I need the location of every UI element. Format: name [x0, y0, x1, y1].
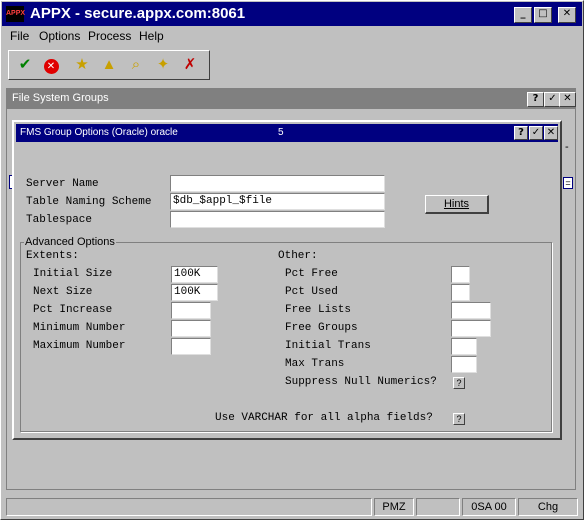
server-name-field[interactable]: [170, 175, 385, 192]
server-name-label: Server Name: [26, 178, 99, 190]
pct-increase-label: Pct Increase: [33, 304, 113, 316]
stop-icon[interactable]: ✕: [40, 54, 62, 76]
initial-trans-label: Initial Trans: [285, 340, 371, 352]
maximum-number-label: Maximum Number: [33, 340, 126, 352]
outer-close-button[interactable]: ✕: [559, 92, 576, 107]
pct-increase-field[interactable]: [171, 302, 211, 319]
folder-search-icon[interactable]: ⌕: [125, 54, 147, 76]
pct-used-label: Pct Used: [285, 286, 338, 298]
varchar-toggle[interactable]: ?: [453, 413, 465, 425]
app-logo-icon: APPX: [6, 6, 25, 22]
app-title: APPX - secure.appx.com:8061: [30, 5, 246, 22]
outer-right-marker: =: [563, 177, 573, 189]
tablespace-field[interactable]: [170, 211, 385, 228]
pct-free-field[interactable]: [451, 266, 470, 283]
outer-help-button[interactable]: ?: [527, 92, 544, 107]
naming-scheme-field[interactable]: $db_$appl_$file: [170, 193, 385, 210]
pct-used-field[interactable]: [451, 284, 470, 301]
menu-bar: File Options Process Help: [2, 27, 582, 45]
initial-trans-field[interactable]: [451, 338, 477, 355]
folder-star2-icon[interactable]: ✦: [152, 54, 174, 76]
initial-size-label: Initial Size: [33, 268, 113, 280]
app-title-bar[interactable]: APPX APPX - secure.appx.com:8061 _ □ ✕: [2, 2, 582, 26]
status-cell-pmz: PMZ: [374, 498, 414, 516]
free-groups-field[interactable]: [451, 320, 491, 337]
extents-label: Extents:: [26, 250, 79, 262]
naming-scheme-label: Table Naming Scheme: [26, 196, 152, 208]
max-trans-label: Max Trans: [285, 358, 345, 370]
status-cell-main: [6, 498, 372, 516]
suppress-null-label: Suppress Null Numerics?: [285, 376, 437, 388]
next-size-field[interactable]: 100K: [171, 284, 218, 301]
dialog-title: FMS Group Options (Oracle) oracle: [20, 127, 178, 138]
outer-dash: -: [565, 141, 569, 153]
check-icon[interactable]: ✔: [14, 54, 36, 76]
menu-options[interactable]: Options: [39, 29, 80, 43]
menu-process[interactable]: Process: [88, 29, 131, 43]
menu-help[interactable]: Help: [139, 29, 164, 43]
free-groups-label: Free Groups: [285, 322, 358, 334]
minimum-number-field[interactable]: [171, 320, 211, 337]
dialog-help-button[interactable]: ?: [514, 126, 528, 140]
status-bar: PMZ 0SA 00 Chg: [2, 497, 582, 518]
close-button[interactable]: ✕: [558, 7, 576, 23]
menu-file[interactable]: File: [10, 29, 29, 43]
tablespace-label: Tablespace: [26, 214, 93, 226]
varchar-label: Use VARCHAR for all alpha fields?: [215, 412, 433, 424]
dialog-title-bar[interactable]: FMS Group Options (Oracle) oracle 5 ? ✓ …: [16, 124, 558, 142]
pct-free-label: Pct Free: [285, 268, 338, 280]
outer-window-title-bar[interactable]: File System Groups ? ✓ ✕: [7, 89, 576, 109]
dialog-close-button[interactable]: ✕: [544, 126, 558, 140]
suppress-null-toggle[interactable]: ?: [453, 377, 465, 389]
status-cell-osa: 0SA 00: [462, 498, 516, 516]
max-trans-field[interactable]: [451, 356, 477, 373]
free-lists-field[interactable]: [451, 302, 491, 319]
other-label: Other:: [278, 250, 318, 262]
initial-size-field[interactable]: 100K: [171, 266, 218, 283]
maximum-number-field[interactable]: [171, 338, 211, 355]
outer-window-title: File System Groups: [12, 92, 109, 104]
folder-star-icon[interactable]: ★: [71, 54, 93, 76]
next-size-label: Next Size: [33, 286, 93, 298]
minimize-button[interactable]: _: [514, 7, 532, 23]
fms-group-options-dialog: FMS Group Options (Oracle) oracle 5 ? ✓ …: [12, 120, 562, 440]
toolbar: ✔ ✕ ★ ▲ ⌕ ✦ ✗: [8, 50, 210, 80]
status-cell-empty: [416, 498, 460, 516]
dialog-number: 5: [278, 127, 284, 138]
folder-delete-icon[interactable]: ✗: [179, 54, 201, 76]
advanced-options-legend: Advanced Options: [24, 236, 116, 248]
folder-up-icon[interactable]: ▲: [98, 54, 120, 76]
dialog-ok-button[interactable]: ✓: [529, 126, 543, 140]
hints-button[interactable]: Hints: [425, 195, 489, 214]
maximize-button[interactable]: □: [534, 7, 552, 23]
free-lists-label: Free Lists: [285, 304, 352, 316]
status-cell-chg: Chg: [518, 498, 578, 516]
minimum-number-label: Minimum Number: [33, 322, 126, 334]
